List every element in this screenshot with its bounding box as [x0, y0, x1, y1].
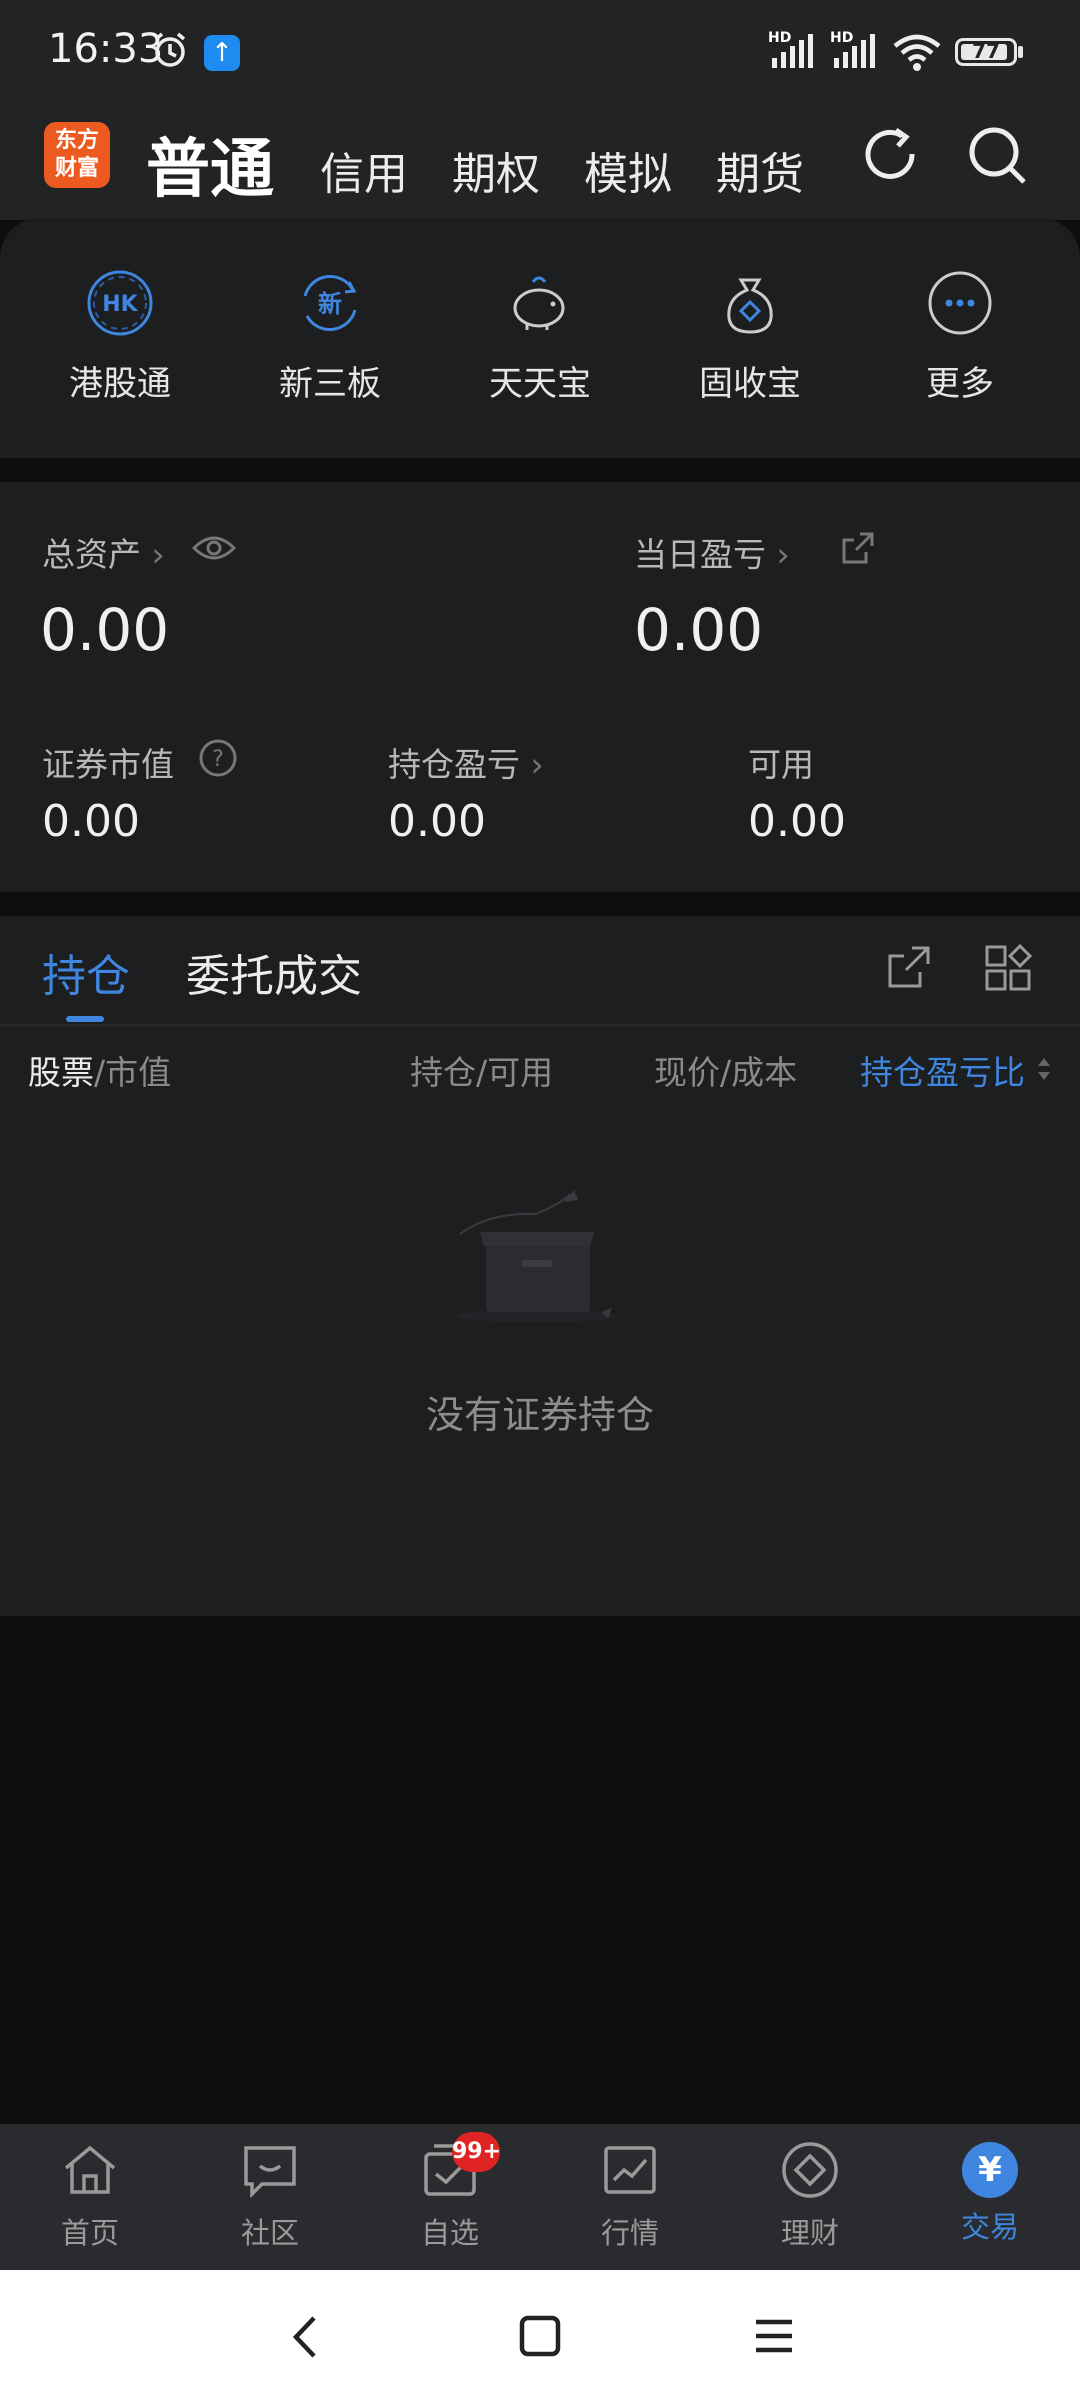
market-value-label: 证券市值	[42, 745, 174, 784]
total-assets-value: 0.00	[40, 596, 170, 664]
battery-cap	[1018, 46, 1023, 58]
tab-normal[interactable]: 普通	[146, 118, 274, 210]
col-pl-ratio-header[interactable]: 持仓盈亏比	[860, 1046, 1056, 1094]
col-price-header[interactable]: 现价/成本	[654, 1046, 797, 1094]
shortcut-new-third-board[interactable]: 新 新三板	[250, 268, 410, 405]
eye-icon[interactable]	[191, 530, 237, 570]
tab-positions[interactable]: 持仓	[42, 940, 130, 1004]
available-label: 可用	[748, 745, 814, 784]
shortcut-hk-connect[interactable]: HK 港股通	[40, 268, 200, 405]
available-value: 0.00	[748, 796, 846, 847]
chat-icon	[210, 2140, 330, 2204]
svg-text:HK: HK	[102, 292, 138, 317]
sort-icon[interactable]	[1034, 1054, 1054, 1088]
refresh-icon[interactable]	[860, 124, 924, 192]
shortcut-tiantianbao[interactable]: 天天宝	[460, 268, 620, 405]
chart-icon	[570, 2140, 690, 2204]
shortcut-gushoubao[interactable]: 固收宝	[670, 268, 830, 405]
nav-wealth[interactable]: 理财	[750, 2140, 870, 2252]
home-square-icon[interactable]	[516, 2312, 564, 2364]
tab-futures[interactable]: 期货	[716, 138, 804, 202]
tab-underline	[66, 1016, 104, 1022]
share-icon[interactable]	[886, 944, 932, 994]
nav-market[interactable]: 行情	[570, 2140, 690, 2252]
alarm-icon	[150, 30, 190, 74]
money-bag-icon	[715, 268, 785, 338]
tab-credit[interactable]: 信用	[320, 138, 408, 202]
wifi-icon	[892, 32, 942, 76]
watchlist-badge: 99+	[452, 2132, 501, 2172]
battery-icon: 77	[955, 38, 1017, 66]
market-value-value: 0.00	[42, 796, 140, 847]
more-icon	[925, 268, 995, 338]
back-icon[interactable]	[286, 2312, 326, 2366]
holding-pl-label[interactable]: 持仓盈亏 ›	[388, 738, 544, 786]
tab-simulation[interactable]: 模拟	[584, 138, 672, 202]
holding-pl-value: 0.00	[388, 796, 486, 847]
nav-home[interactable]: 首页	[30, 2140, 150, 2252]
home-icon	[30, 2140, 150, 2204]
empty-positions-text: 没有证券持仓	[425, 1393, 654, 1437]
positions-divider	[0, 1024, 1080, 1026]
col-holding-header[interactable]: 持仓/可用	[410, 1046, 553, 1094]
yuan-icon: ¥	[962, 2142, 1018, 2198]
daily-pl-value: 0.00	[634, 596, 764, 664]
tab-orders-trades[interactable]: 委托成交	[186, 940, 362, 1004]
piggy-bank-icon	[505, 268, 575, 338]
help-icon[interactable]: ?	[198, 738, 238, 782]
status-time: 16:33	[48, 26, 164, 72]
total-assets-label[interactable]: 总资产 ›	[42, 528, 165, 576]
grid-icon[interactable]	[984, 943, 1033, 996]
svg-text:?: ?	[212, 747, 224, 772]
col-stock-header[interactable]: 股票/市值	[28, 1046, 171, 1094]
nav-trade[interactable]: ¥ 交易	[930, 2140, 1050, 2246]
empty-box-icon	[436, 1190, 636, 1334]
app-logo: 东方 财富	[44, 122, 110, 188]
new-board-icon: 新	[295, 268, 365, 338]
menu-icon[interactable]	[750, 2312, 798, 2364]
nav-community[interactable]: 社区	[210, 2140, 330, 2252]
search-icon[interactable]	[966, 124, 1030, 192]
bottom-nav	[0, 2124, 1080, 2270]
daily-pl-label[interactable]: 当日盈亏 ›	[634, 528, 790, 576]
upload-notification-icon: ↑	[204, 35, 240, 71]
shortcut-more[interactable]: 更多	[880, 268, 1040, 405]
tab-options[interactable]: 期权	[452, 138, 540, 202]
diamond-icon	[750, 2140, 870, 2204]
external-link-icon[interactable]	[838, 528, 878, 572]
hk-icon: HK	[85, 268, 155, 338]
svg-text:新: 新	[318, 290, 342, 318]
